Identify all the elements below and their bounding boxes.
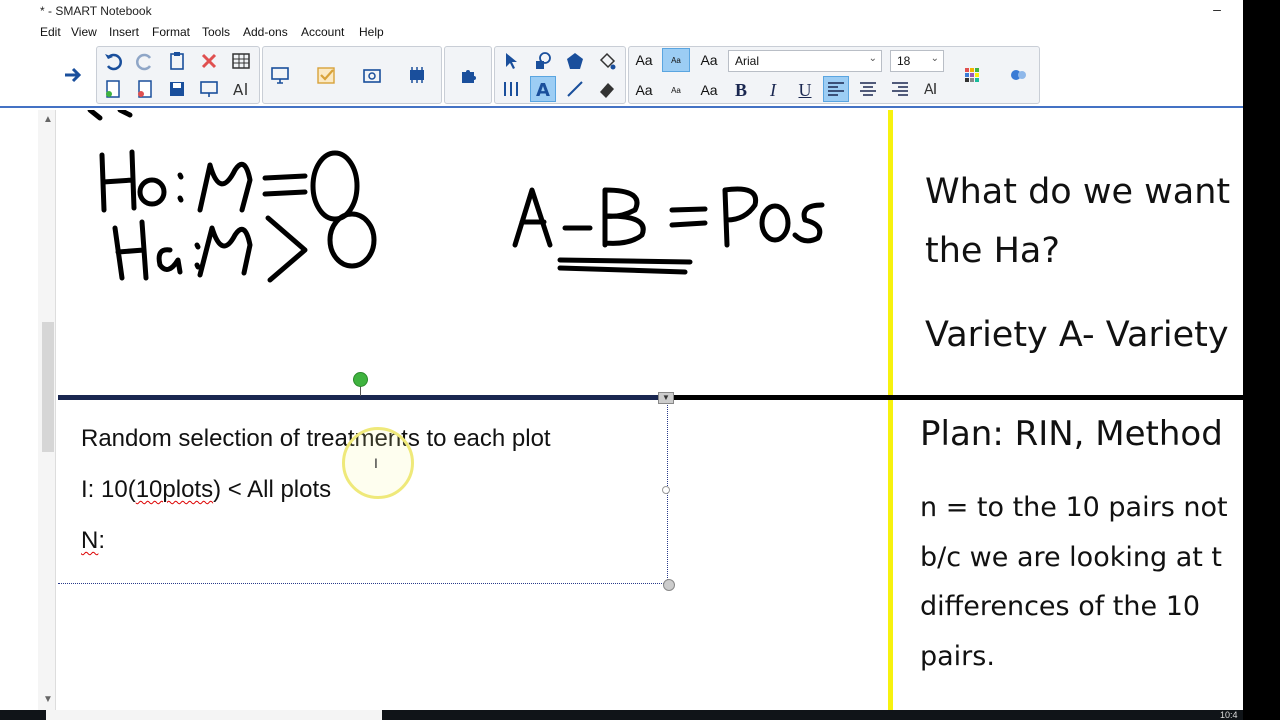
text-style-1[interactable]: Aa	[630, 48, 658, 72]
n-line-1: n = to the 10 pairs not	[920, 492, 1228, 523]
menu-addons[interactable]: Add-ons	[243, 25, 288, 39]
plan-line: Plan: RIN, Method	[920, 414, 1223, 454]
align-left-icon[interactable]	[823, 76, 849, 102]
textbox-line-3: N:	[81, 527, 106, 554]
fill-shape-icon[interactable]	[562, 48, 588, 74]
camera-icon[interactable]	[359, 62, 385, 88]
text-style-4[interactable]: Aa	[630, 78, 658, 102]
variety-line: Variety A- Variety	[925, 315, 1229, 355]
response-icon[interactable]	[313, 62, 339, 88]
taskbar-clock: 10:4	[1220, 710, 1238, 720]
delete-icon[interactable]	[196, 48, 222, 74]
fill-icon[interactable]	[594, 48, 620, 74]
measure-icon[interactable]	[498, 76, 524, 102]
rotate-handle[interactable]	[353, 372, 368, 387]
undo-icon[interactable]	[100, 48, 126, 74]
text-style-5[interactable]: Aa	[662, 78, 690, 102]
table-icon[interactable]	[228, 48, 254, 74]
window-title: * - SMART Notebook	[40, 4, 152, 18]
scroll-down-icon[interactable]: ▼	[43, 694, 53, 705]
n-line-4: pairs.	[920, 641, 995, 672]
font-size-select[interactable]: 18 ⌄	[890, 50, 944, 72]
yellow-divider-line	[888, 110, 893, 710]
menu-edit[interactable]: Edit	[40, 25, 61, 39]
document-camera-icon[interactable]	[404, 62, 430, 88]
delete-page-icon[interactable]	[132, 76, 158, 102]
addons-icon[interactable]	[455, 62, 481, 88]
screen-shade-icon[interactable]	[196, 76, 222, 102]
question-line-2: the Ha?	[925, 231, 1060, 271]
text-style-6[interactable]: Aa	[695, 78, 723, 102]
text-tools-icon[interactable]: A	[228, 76, 254, 102]
display-icon[interactable]	[267, 62, 293, 88]
handwriting-strokes	[87, 110, 825, 283]
text-icon[interactable]: A	[530, 76, 556, 102]
text-more-icon[interactable]: A	[919, 76, 945, 102]
title-bar: * - SMART Notebook –	[0, 0, 1243, 22]
text-cursor-icon: I	[374, 455, 378, 471]
menu-bar: Edit View Insert Format Tools Add-ons Ac…	[0, 22, 1243, 42]
textbox-line-2: I: 10(10plots) < All plots	[81, 476, 332, 503]
font-name-select[interactable]: Arial ⌄	[728, 50, 882, 72]
n-line-3: differences of the 10	[920, 591, 1201, 622]
shapes-icon[interactable]	[530, 48, 556, 74]
minimize-button[interactable]: –	[1206, 0, 1228, 22]
italic-button[interactable]: I	[759, 78, 787, 102]
scroll-up-icon[interactable]: ▲	[43, 114, 53, 125]
resize-handle-corner[interactable]	[663, 579, 675, 591]
new-page-icon[interactable]	[100, 76, 126, 102]
text-style-2[interactable]: Aa	[662, 48, 690, 72]
svg-text:A: A	[233, 81, 244, 99]
redo-icon[interactable]	[132, 48, 158, 74]
eraser-icon[interactable]	[594, 76, 620, 102]
object-menu-arrow[interactable]: ▼	[658, 392, 674, 404]
menu-format[interactable]: Format	[152, 25, 190, 39]
color-palette-icon[interactable]	[959, 62, 985, 88]
taskbar-search[interactable]	[46, 710, 382, 720]
svg-text:A: A	[924, 82, 934, 98]
toolbar: A A Aa Aa Aa Aa Aa Aa B I U A	[0, 42, 1243, 108]
align-center-icon[interactable]	[855, 76, 881, 102]
text-style-3[interactable]: Aa	[695, 48, 723, 72]
menu-view[interactable]: View	[71, 25, 97, 39]
align-right-icon[interactable]	[887, 76, 913, 102]
rotate-handle-stem	[360, 386, 361, 396]
app-window: * - SMART Notebook – Edit View Insert Fo…	[0, 0, 1243, 710]
scroll-thumb[interactable]	[42, 322, 54, 452]
svg-text:A: A	[536, 80, 550, 100]
underline-button[interactable]: U	[791, 78, 819, 102]
screen-edge	[1243, 0, 1280, 720]
menu-insert[interactable]: Insert	[109, 25, 139, 39]
menu-tools[interactable]: Tools	[202, 25, 230, 39]
bold-button[interactable]: B	[727, 78, 755, 102]
select-icon[interactable]	[498, 48, 524, 74]
next-page-icon[interactable]	[60, 62, 86, 88]
menu-help[interactable]: Help	[359, 25, 384, 39]
question-line-1: What do we want	[925, 172, 1231, 212]
menu-account[interactable]: Account	[301, 25, 344, 39]
properties-icon[interactable]	[1005, 62, 1031, 88]
textbox-line-1: Random selection of treatments to each p…	[81, 425, 551, 452]
paste-icon[interactable]	[164, 48, 190, 74]
resize-handle-side[interactable]	[662, 486, 670, 494]
cursor-highlight	[342, 427, 414, 499]
save-icon[interactable]	[164, 76, 190, 102]
n-line-2: b/c we are looking at t	[920, 542, 1222, 573]
line-icon[interactable]	[562, 76, 588, 102]
